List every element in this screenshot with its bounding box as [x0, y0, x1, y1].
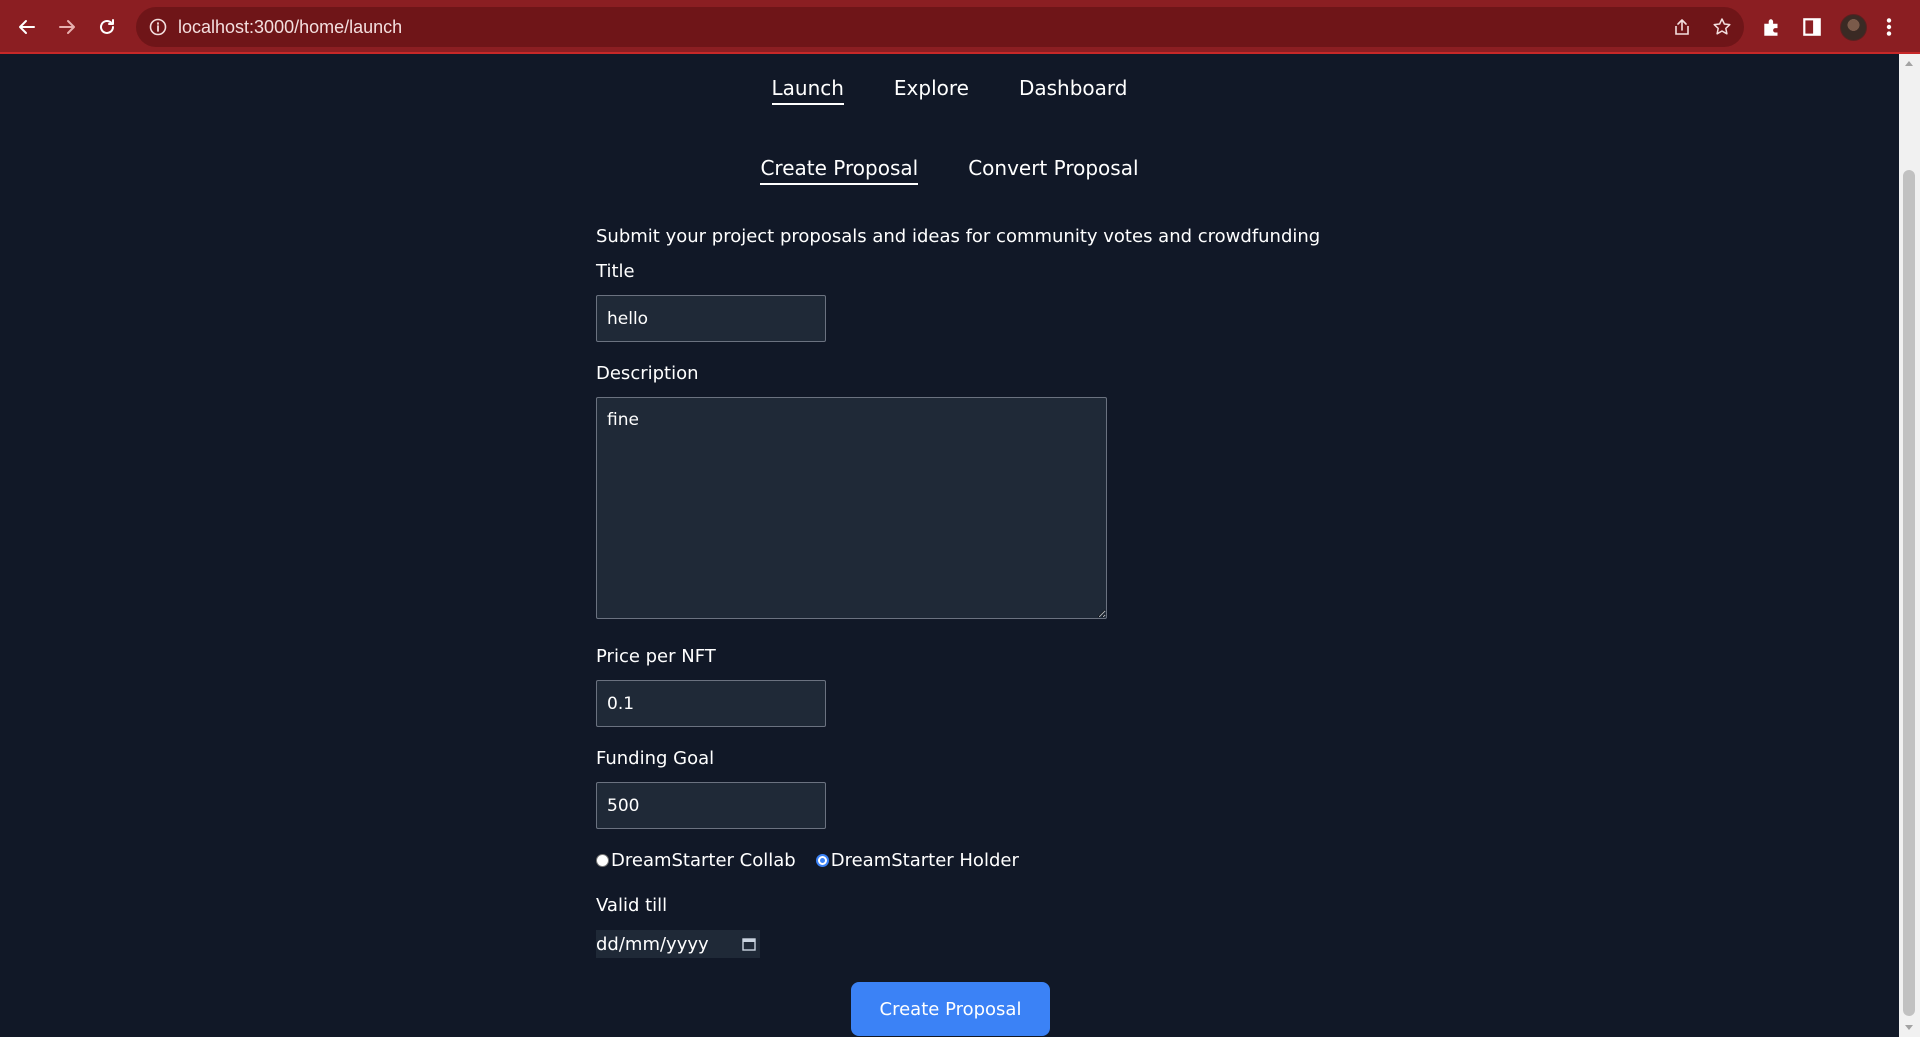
- radio-holder[interactable]: [815, 854, 829, 867]
- title-input[interactable]: [596, 295, 826, 342]
- radio-holder-label[interactable]: DreamStarter Holder: [831, 850, 1019, 871]
- reload-button[interactable]: [92, 12, 122, 42]
- description-label: Description: [596, 363, 699, 384]
- reload-icon: [100, 19, 114, 34]
- funding-goal-input[interactable]: [596, 782, 826, 829]
- nav-dashboard[interactable]: Dashboard: [1019, 76, 1128, 105]
- back-button[interactable]: [12, 12, 42, 42]
- tab-create-proposal[interactable]: Create Proposal: [760, 156, 919, 185]
- description-textarea[interactable]: fine: [596, 397, 1107, 619]
- funding-goal-label: Funding Goal: [596, 748, 715, 769]
- title-label: Title: [596, 261, 635, 282]
- collab-type-group: DreamStarter Collab DreamStarter Holder: [596, 850, 1019, 871]
- price-input[interactable]: [596, 680, 826, 727]
- price-label: Price per NFT: [596, 646, 716, 667]
- proposal-tabs: Create Proposal Convert Proposal: [0, 156, 1899, 185]
- share-icon[interactable]: [1672, 17, 1692, 37]
- info-icon[interactable]: [148, 17, 168, 37]
- url-text[interactable]: localhost:3000/home/launch: [178, 7, 402, 47]
- radio-collab-label[interactable]: DreamStarter Collab: [611, 850, 796, 871]
- profile-avatar[interactable]: [1840, 14, 1867, 41]
- calendar-icon[interactable]: [742, 937, 756, 951]
- browser-toolbar: localhost:3000/home/launch: [0, 0, 1920, 54]
- extensions-puzzle-icon[interactable]: [1761, 16, 1783, 38]
- form-intro: Submit your project proposals and ideas …: [596, 226, 1321, 247]
- address-bar[interactable]: localhost:3000/home/launch: [136, 7, 1744, 47]
- scrollbar-thumb[interactable]: [1903, 170, 1915, 1016]
- forward-button[interactable]: [52, 12, 82, 42]
- scroll-down-arrow-icon[interactable]: [1903, 1023, 1915, 1033]
- nav-launch[interactable]: Launch: [771, 76, 844, 105]
- valid-till-label: Valid till: [596, 895, 668, 916]
- create-proposal-button[interactable]: Create Proposal: [851, 982, 1050, 1036]
- main-nav: Launch Explore Dashboard: [0, 76, 1899, 105]
- bookmark-star-icon[interactable]: [1712, 17, 1732, 37]
- back-arrow-icon: [19, 20, 35, 34]
- tab-convert-proposal[interactable]: Convert Proposal: [968, 156, 1138, 185]
- forward-arrow-icon: [59, 20, 75, 34]
- date-placeholder: dd/mm/yyyy: [596, 933, 709, 955]
- valid-till-date-input[interactable]: dd/mm/yyyy: [596, 930, 760, 958]
- scroll-up-arrow-icon[interactable]: [1903, 58, 1915, 68]
- side-panel-icon[interactable]: [1801, 16, 1823, 38]
- menu-kebab-icon[interactable]: [1884, 16, 1894, 38]
- page-scrollbar[interactable]: [1899, 54, 1920, 1037]
- nav-explore[interactable]: Explore: [894, 76, 969, 105]
- radio-collab[interactable]: [596, 854, 609, 867]
